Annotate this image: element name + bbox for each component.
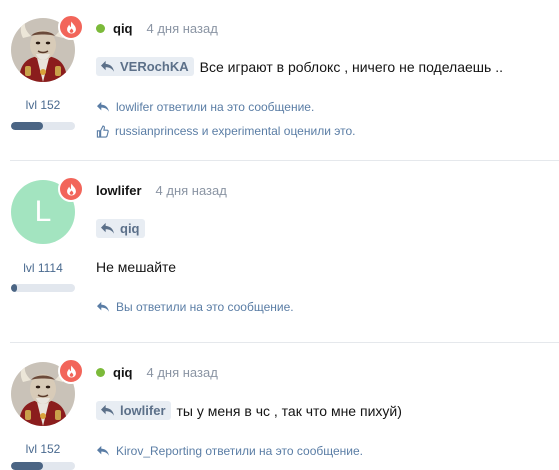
reply-note-text: Вы ответили на это сообщение.	[116, 300, 294, 314]
post-header: lowlifer 4 дня назад	[96, 183, 227, 198]
user-avatar[interactable]: L	[11, 176, 84, 244]
user-level: lvl 1114	[23, 261, 63, 275]
reply-to-mention[interactable]: VERochKA	[96, 57, 194, 76]
post-time[interactable]: 4 дня назад	[147, 21, 218, 36]
online-dot	[96, 368, 105, 377]
flame-icon	[58, 358, 84, 384]
post-divider	[10, 342, 559, 343]
reply-note-text: lowlifer ответили на это сообщение.	[116, 100, 315, 114]
like-icon	[96, 125, 109, 138]
mention-username: VERochKA	[120, 59, 189, 74]
post-divider	[10, 160, 559, 161]
user-level: lvl 152	[25, 442, 61, 456]
post-username[interactable]: qiq	[113, 21, 133, 36]
post-username[interactable]: lowlifer	[96, 183, 142, 198]
post-body: VERochKA Все играют в роблокс , ничего н…	[96, 57, 503, 76]
reply-note[interactable]: Вы ответили на это сообщение.	[96, 300, 294, 314]
user-level: lvl 152	[25, 98, 61, 112]
like-note-text: russianprincess и experimental оценили э…	[115, 124, 356, 138]
reply-to-mention[interactable]: qiq	[96, 219, 145, 238]
post-header: qiq 4 дня назад	[96, 21, 218, 36]
reply-icon	[100, 222, 115, 235]
reply-icon	[96, 301, 110, 313]
reply-to-mention[interactable]: lowlifer	[96, 401, 171, 420]
reply-icon	[96, 445, 110, 457]
level-progress-bar	[11, 122, 75, 130]
post-text: ты у меня в чс , так что мне пихуй)	[176, 402, 402, 419]
level-progress-bar	[11, 462, 75, 470]
post-body: lowlifer ты у меня в чс , так что мне пи…	[96, 401, 402, 420]
user-avatar[interactable]	[11, 14, 84, 82]
post-username[interactable]: qiq	[113, 365, 133, 380]
reply-note[interactable]: lowlifer ответили на это сообщение.	[96, 100, 314, 114]
online-dot	[96, 24, 105, 33]
post-header: qiq 4 дня назад	[96, 365, 218, 380]
flame-icon	[58, 14, 84, 40]
level-progress-fill	[11, 284, 18, 292]
quote-row: qiq	[96, 219, 151, 238]
like-note[interactable]: russianprincess и experimental оценили э…	[96, 124, 355, 138]
mention-username: lowlifer	[120, 403, 166, 418]
mention-username: qiq	[120, 221, 140, 236]
level-progress-fill	[11, 462, 43, 470]
level-progress-fill	[11, 122, 43, 130]
flame-icon	[58, 176, 84, 202]
post-time[interactable]: 4 дня назад	[147, 365, 218, 380]
reply-icon	[100, 60, 115, 73]
post-text: Все играют в роблокс , ничего не поделае…	[199, 58, 503, 75]
post-time[interactable]: 4 дня назад	[156, 183, 227, 198]
reply-icon	[96, 101, 110, 113]
level-progress-bar	[11, 284, 75, 292]
post-text: Не мешайте	[96, 259, 177, 275]
user-avatar[interactable]	[11, 358, 84, 426]
reply-icon	[100, 404, 115, 417]
reply-note-text: Kirov_Reporting ответили на это сообщени…	[116, 444, 364, 458]
reply-note[interactable]: Kirov_Reporting ответили на это сообщени…	[96, 444, 363, 458]
